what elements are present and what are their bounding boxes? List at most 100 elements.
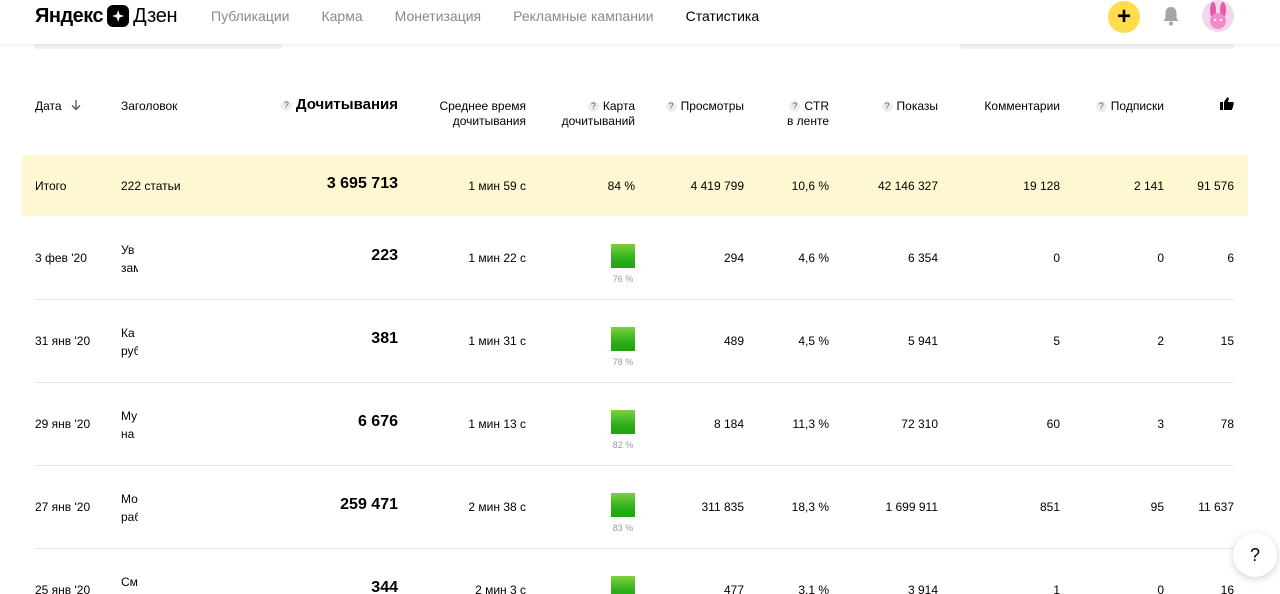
row-date: 25 янв '20 [35, 583, 91, 594]
row-comments: 0 [1053, 251, 1060, 265]
plus-icon: + [1116, 3, 1131, 30]
row-comments: 60 [1046, 417, 1060, 431]
logo-dzen-text: Дзен [133, 4, 178, 27]
row-title[interactable]: Му на [121, 407, 138, 443]
col-ctr-line1: CTR [804, 99, 829, 113]
col-avg-time-line2: дочитывания [452, 114, 526, 128]
dzen-star-icon [107, 5, 130, 27]
col-views-label: Просмотры [680, 99, 744, 113]
user-avatar[interactable] [1202, 0, 1234, 32]
col-shows-header[interactable]: ? Показы [850, 99, 938, 114]
row-title-line2: на [121, 427, 135, 441]
col-map-line2: дочитываний [561, 114, 635, 128]
row-shows: 3 914 [907, 583, 938, 594]
row-reads: 344 [371, 579, 398, 594]
row-title-line2: зам [121, 261, 138, 275]
help-icon[interactable]: ? [881, 101, 893, 112]
col-subs-header[interactable]: ? Подписки [1070, 99, 1164, 114]
row-title[interactable]: См [121, 573, 138, 591]
top-header: Яндекс Дзен Публикации Карма Монетизация… [0, 0, 1280, 44]
row-views: 311 835 [701, 500, 745, 514]
row-title-line1: Ка [121, 326, 135, 340]
row-title-line1: См [121, 575, 138, 589]
row-avg-time: 2 мин 3 с [475, 583, 526, 594]
nav-publications[interactable]: Публикации [211, 8, 289, 24]
row-subs: 2 [1157, 334, 1164, 348]
row-date: 3 фев '20 [35, 251, 87, 265]
row-title[interactable]: Ка руб [121, 324, 138, 360]
help-icon[interactable]: ? [587, 101, 599, 112]
total-ctr: 10,6 % [791, 179, 829, 193]
row-likes: 6 [1227, 251, 1234, 265]
col-avg-time-header[interactable]: Среднее время дочитывания [410, 99, 526, 129]
row-subs: 3 [1157, 417, 1164, 431]
sort-arrow-down-icon [71, 100, 81, 111]
row-title[interactable]: Ув зам [121, 241, 138, 277]
col-ctr-header[interactable]: ? CTR в ленте [760, 99, 829, 129]
bunny-avatar-icon [1210, 2, 1226, 29]
row-title[interactable]: Мо раб [121, 490, 138, 526]
total-shows: 42 146 327 [877, 179, 938, 193]
row-comments: 5 [1053, 334, 1060, 348]
col-reads-header[interactable]: ? Дочитывания [240, 97, 398, 113]
row-subs: 95 [1150, 500, 1164, 514]
row-title-line2: раб [121, 510, 138, 524]
help-icon[interactable]: ? [1095, 101, 1107, 112]
dzen-logo[interactable]: Яндекс Дзен [35, 3, 178, 29]
row-views: 489 [723, 334, 744, 348]
help-icon[interactable]: ? [280, 100, 292, 111]
row-views: 8 184 [713, 417, 744, 431]
total-avg-time: 1 мин 59 с [468, 179, 526, 193]
read-map-percent: 82 % [612, 440, 634, 450]
total-views: 4 419 799 [690, 179, 744, 193]
nav-karma[interactable]: Карма [321, 8, 362, 24]
thumbs-up-icon[interactable] [1220, 97, 1234, 110]
nav-statistics[interactable]: Статистика [686, 8, 760, 24]
total-articles: 222 статьи [121, 179, 181, 193]
row-reads: 381 [371, 330, 398, 347]
col-subs-label: Подписки [1110, 99, 1164, 113]
row-reads: 259 471 [340, 496, 398, 513]
row-divider [35, 465, 1234, 466]
col-map-line1: Карта [602, 99, 635, 113]
row-avg-time: 1 мин 13 с [468, 417, 526, 431]
row-ctr: 3,1 % [798, 583, 829, 594]
row-views: 294 [723, 251, 744, 265]
col-views-header[interactable]: ? Просмотры [640, 99, 744, 114]
row-subs: 0 [1157, 583, 1164, 594]
col-reads-label: Дочитывания [295, 96, 398, 113]
add-publication-button[interactable]: + [1108, 1, 1140, 33]
nav-ad-campaigns[interactable]: Рекламные кампании [513, 8, 653, 24]
col-date-header[interactable]: Дата [35, 99, 81, 114]
read-map-icon[interactable] [611, 410, 635, 434]
row-likes: 78 [1220, 417, 1234, 431]
col-map-header[interactable]: ? Карта дочитываний [540, 99, 635, 129]
row-date: 31 янв '20 [35, 334, 91, 348]
read-map-icon[interactable] [611, 327, 635, 351]
read-map-icon[interactable] [611, 244, 635, 268]
col-avg-time-line1: Среднее время [439, 99, 526, 113]
row-date: 29 янв '20 [35, 417, 91, 431]
col-date-label: Дата [35, 99, 62, 113]
read-map-icon[interactable] [611, 576, 635, 594]
total-subs: 2 141 [1133, 179, 1164, 193]
row-ctr: 4,5 % [798, 334, 829, 348]
row-avg-time: 1 мин 22 с [468, 251, 526, 265]
help-icon[interactable]: ? [789, 101, 801, 112]
col-comments-header[interactable]: Комментарии [950, 99, 1060, 114]
filter-bar-left [34, 44, 282, 49]
row-title-line2: руб [121, 344, 138, 358]
row-date: 27 янв '20 [35, 500, 91, 514]
row-divider [35, 299, 1234, 300]
help-button[interactable]: ? [1233, 533, 1277, 577]
nav-monetization[interactable]: Монетизация [395, 8, 482, 24]
help-icon[interactable]: ? [665, 101, 677, 112]
col-title-header: Заголовок [121, 99, 178, 113]
read-map-percent: 83 % [612, 523, 634, 533]
bell-icon[interactable] [1162, 6, 1180, 26]
row-ctr: 18,3 % [791, 500, 829, 514]
main-nav: Публикации Карма Монетизация Рекламные к… [211, 8, 759, 24]
read-map-icon[interactable] [611, 493, 635, 517]
row-avg-time: 1 мин 31 с [468, 334, 526, 348]
total-map: 84 % [607, 179, 635, 193]
